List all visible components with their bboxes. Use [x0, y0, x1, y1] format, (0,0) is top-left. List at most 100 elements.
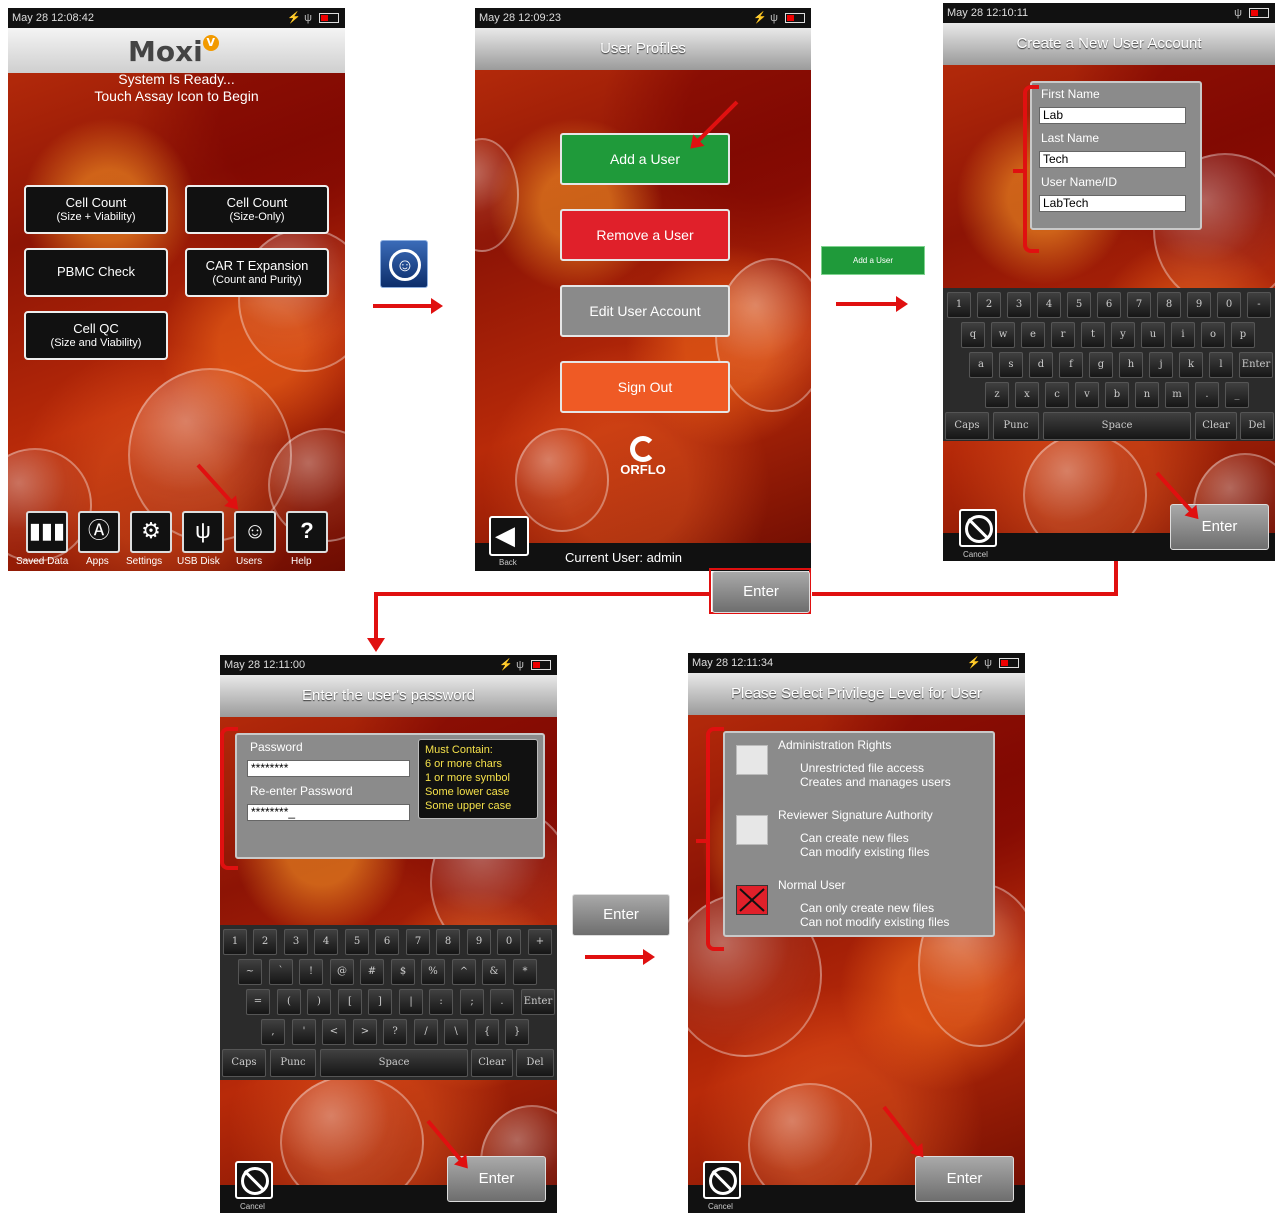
cancel-button[interactable]	[959, 509, 997, 547]
assay-cell-count-size-button[interactable]: Cell Count (Size-Only)	[185, 185, 329, 234]
key[interactable]: &	[482, 959, 506, 985]
assay-car-t-button[interactable]: CAR T Expansion (Count and Purity)	[185, 248, 329, 297]
key[interactable]: 3	[1007, 292, 1031, 318]
caps-key[interactable]: Caps	[945, 412, 989, 440]
key[interactable]: g	[1089, 352, 1113, 378]
key[interactable]: q	[961, 322, 985, 348]
key[interactable]: v	[1075, 382, 1099, 408]
key[interactable]: t	[1081, 322, 1105, 348]
key[interactable]: |	[399, 989, 423, 1015]
key[interactable]: -	[1247, 292, 1271, 318]
key[interactable]: =	[246, 989, 270, 1015]
key[interactable]: e	[1021, 322, 1045, 348]
key[interactable]: f	[1059, 352, 1083, 378]
key[interactable]: 6	[375, 929, 399, 955]
key[interactable]: d	[1029, 352, 1053, 378]
key[interactable]: )	[307, 989, 331, 1015]
assay-cell-count-viability-button[interactable]: Cell Count (Size + Viability)	[24, 185, 168, 234]
cancel-button[interactable]	[235, 1161, 273, 1199]
enter-key[interactable]: Enter	[1239, 352, 1273, 378]
assay-cell-qc-button[interactable]: Cell QC (Size and Viability)	[24, 311, 168, 360]
key[interactable]: 0	[497, 929, 521, 955]
key[interactable]: +	[528, 929, 552, 955]
key[interactable]: $	[391, 959, 415, 985]
remove-user-button[interactable]: Remove a User	[560, 209, 730, 261]
key[interactable]: 0	[1217, 292, 1241, 318]
enter-button[interactable]: Enter	[915, 1156, 1014, 1202]
key[interactable]: 2	[253, 929, 277, 955]
key[interactable]: o	[1201, 322, 1225, 348]
key[interactable]: c	[1045, 382, 1069, 408]
key[interactable]: 7	[406, 929, 430, 955]
key[interactable]: n	[1135, 382, 1159, 408]
enter-button[interactable]: Enter	[1170, 504, 1269, 550]
key[interactable]: 5	[345, 929, 369, 955]
key[interactable]: w	[991, 322, 1015, 348]
key[interactable]: 6	[1097, 292, 1121, 318]
key[interactable]: ]	[368, 989, 392, 1015]
punc-key[interactable]: Punc	[270, 1049, 316, 1077]
clear-key[interactable]: Clear	[471, 1049, 513, 1077]
key[interactable]: h	[1119, 352, 1143, 378]
key[interactable]: 9	[1187, 292, 1211, 318]
edit-user-button[interactable]: Edit User Account	[560, 285, 730, 337]
key[interactable]: s	[999, 352, 1023, 378]
key[interactable]: '	[292, 1019, 316, 1045]
key[interactable]: 8	[436, 929, 460, 955]
normal-user-checkbox[interactable]	[736, 885, 768, 915]
assay-pbmc-check-button[interactable]: PBMC Check	[24, 248, 168, 297]
key[interactable]: u	[1141, 322, 1165, 348]
key[interactable]: l	[1209, 352, 1233, 378]
key[interactable]: }	[505, 1019, 529, 1045]
caps-key[interactable]: Caps	[222, 1049, 266, 1077]
key[interactable]: !	[299, 959, 323, 985]
key[interactable]: ;	[460, 989, 484, 1015]
key[interactable]: (	[277, 989, 301, 1015]
key[interactable]: j	[1149, 352, 1173, 378]
key[interactable]: p	[1231, 322, 1255, 348]
enter-key[interactable]: Enter	[521, 989, 555, 1015]
add-user-button[interactable]: Add a User	[560, 133, 730, 185]
key[interactable]: \	[444, 1019, 468, 1045]
key[interactable]: k	[1179, 352, 1203, 378]
key[interactable]: %	[421, 959, 445, 985]
user-id-field[interactable]: LabTech	[1039, 195, 1186, 212]
reenter-password-field[interactable]: ********_	[247, 804, 410, 821]
key[interactable]: /	[414, 1019, 438, 1045]
sign-out-button[interactable]: Sign Out	[560, 361, 730, 413]
key[interactable]: i	[1171, 322, 1195, 348]
back-button[interactable]: ◀	[489, 516, 529, 556]
key[interactable]: x	[1015, 382, 1039, 408]
key[interactable]: 1	[947, 292, 971, 318]
first-name-field[interactable]: Lab	[1039, 107, 1186, 124]
key[interactable]: 9	[467, 929, 491, 955]
password-field[interactable]: ********	[247, 760, 410, 777]
key[interactable]: b	[1105, 382, 1129, 408]
key[interactable]: 8	[1157, 292, 1181, 318]
key[interactable]: ~	[238, 959, 262, 985]
key[interactable]: 5	[1067, 292, 1091, 318]
key[interactable]: ^	[452, 959, 476, 985]
key[interactable]: m	[1165, 382, 1189, 408]
key[interactable]: {	[475, 1019, 499, 1045]
key[interactable]: `	[269, 959, 293, 985]
key[interactable]: #	[360, 959, 384, 985]
delete-key[interactable]: Del	[516, 1049, 554, 1077]
key[interactable]: ?	[383, 1019, 407, 1045]
space-key[interactable]: Space	[320, 1049, 468, 1077]
admin-checkbox[interactable]	[736, 745, 768, 775]
key[interactable]: 3	[284, 929, 308, 955]
last-name-field[interactable]: Tech	[1039, 151, 1186, 168]
key[interactable]: 7	[1127, 292, 1151, 318]
delete-key[interactable]: Del	[1240, 412, 1274, 440]
key[interactable]: .	[1195, 382, 1219, 408]
key[interactable]: 1	[223, 929, 247, 955]
key[interactable]: 2	[977, 292, 1001, 318]
clear-key[interactable]: Clear	[1195, 412, 1237, 440]
key[interactable]: :	[429, 989, 453, 1015]
space-key[interactable]: Space	[1043, 412, 1191, 440]
cancel-button[interactable]	[703, 1161, 741, 1199]
key[interactable]: y	[1111, 322, 1135, 348]
key[interactable]: 4	[1037, 292, 1061, 318]
key[interactable]: >	[353, 1019, 377, 1045]
